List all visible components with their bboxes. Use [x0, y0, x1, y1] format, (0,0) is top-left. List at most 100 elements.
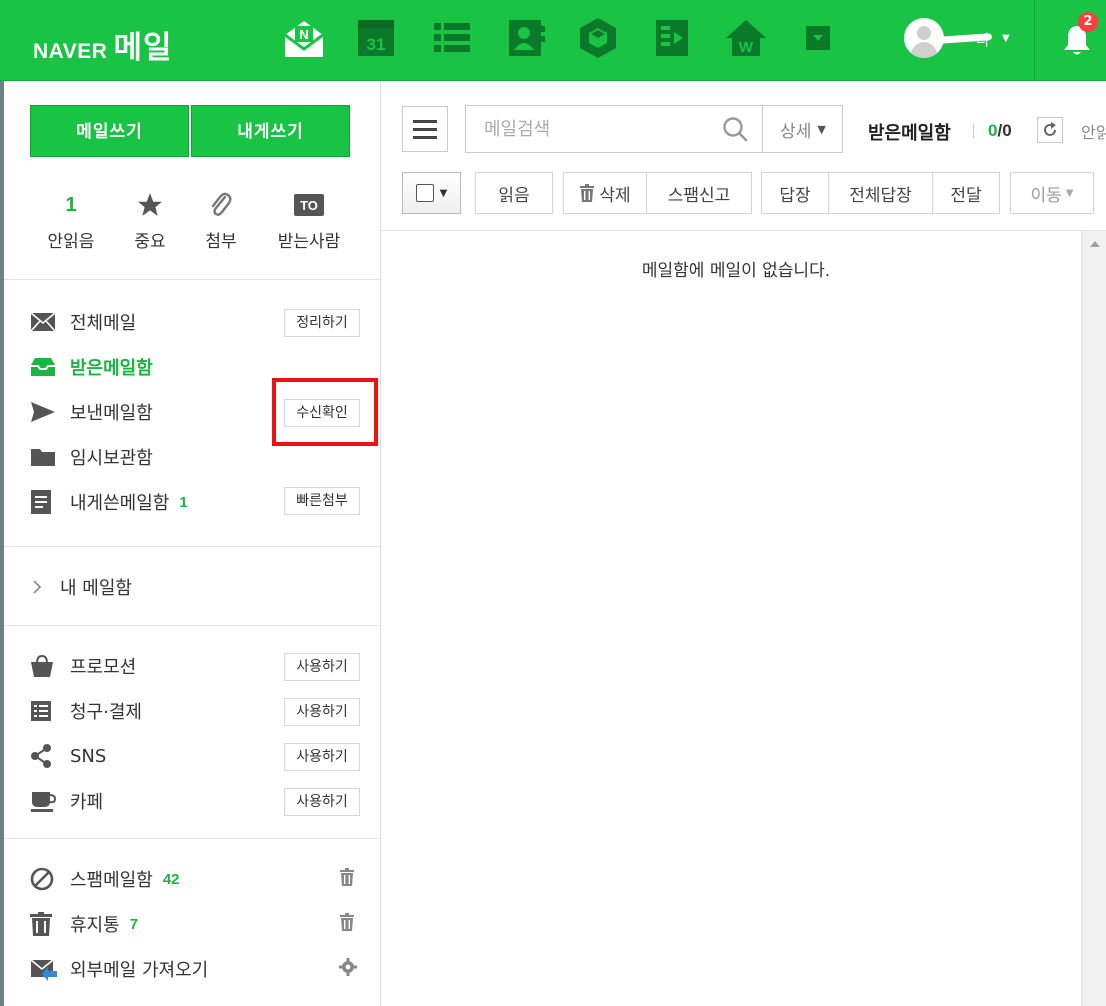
quick-label: 받는사람: [277, 232, 341, 252]
search-icon[interactable]: [722, 116, 748, 146]
refresh-icon[interactable]: [1037, 117, 1063, 143]
naver-mail-logo[interactable]: NAVER 메일: [33, 22, 173, 67]
use-cafe-button[interactable]: 사용하기: [284, 788, 360, 816]
chevron-right-icon: [33, 580, 42, 594]
share-icon: [31, 744, 51, 768]
svg-text:31: 31: [367, 35, 386, 54]
folder-promotion[interactable]: 프로모션: [30, 652, 136, 680]
box-app-icon[interactable]: [576, 16, 620, 60]
folder-billing[interactable]: 청구·결제: [30, 697, 142, 725]
folder-label: 휴지통: [70, 915, 120, 936]
profile-name: 다: [937, 27, 998, 49]
folder-drafts[interactable]: 임시보관함: [30, 443, 153, 471]
caret-down-icon: ▼: [1002, 32, 1010, 44]
unread-count: 1: [65, 193, 77, 216]
move-label: 이동: [1030, 185, 1062, 206]
folder-all-mail[interactable]: 전체메일: [30, 308, 136, 336]
caret-down-icon: ▼: [439, 187, 448, 199]
folder-label: 임시보관함: [70, 448, 153, 469]
folder-external-mail[interactable]: 외부메일 가져오기: [30, 955, 208, 983]
caret-down-icon: ▼: [1065, 187, 1074, 199]
divider: [4, 625, 380, 626]
folder-label: 받은메일함: [70, 358, 153, 379]
envelope-icon: [30, 312, 56, 332]
inbox-icon: [31, 358, 55, 376]
scroll-up-arrow-icon[interactable]: [1090, 241, 1100, 247]
self-compose-button[interactable]: 내게쓰기: [191, 105, 350, 157]
profile-menu[interactable]: 다 ▼: [904, 18, 1010, 58]
compose-button[interactable]: 메일쓰기: [30, 105, 189, 157]
more-apps-icon[interactable]: [796, 16, 840, 60]
todo-app-icon[interactable]: [430, 16, 474, 60]
office-app-icon[interactable]: W: [724, 16, 768, 60]
folder-trash[interactable]: 휴지통 7: [30, 910, 138, 938]
trash-icon: [580, 184, 595, 202]
search-box: 상세 ▼: [465, 105, 843, 153]
divider: [381, 230, 1106, 231]
reply-all-button[interactable]: 전체답장: [828, 172, 933, 214]
quick-attach-button[interactable]: 빠른첨부: [284, 487, 360, 515]
settings-gear-icon[interactable]: [339, 958, 357, 980]
reply-button[interactable]: 답장: [761, 172, 829, 214]
report-spam-button[interactable]: 스팸신고: [646, 172, 752, 214]
use-promotion-button[interactable]: 사용하기: [284, 653, 360, 681]
folder-count: 7: [129, 915, 139, 933]
paperclip-icon: [211, 192, 232, 216]
folder-label: 프로모션: [70, 657, 137, 678]
quick-label: 중요: [134, 232, 166, 252]
folder-sns[interactable]: SNS: [30, 742, 106, 770]
use-billing-button[interactable]: 사용하기: [284, 698, 360, 726]
folder-label: 전체메일: [70, 313, 137, 334]
search-input[interactable]: [466, 106, 762, 152]
coffee-cup-icon: [31, 792, 56, 812]
svg-text:TO: TO: [300, 198, 318, 213]
svg-text:W: W: [739, 39, 754, 56]
advanced-search-button[interactable]: 상세 ▼: [762, 106, 843, 152]
logo-service: 메일: [113, 30, 173, 66]
folder-self[interactable]: 내게쓴메일함 1: [30, 488, 188, 516]
quick-label: 안읽음: [47, 232, 95, 252]
folder-label: 청구·결제: [70, 702, 142, 723]
quick-recipient[interactable]: TO 받는사람: [274, 187, 344, 252]
delete-button[interactable]: 삭제: [563, 172, 647, 214]
scrollbar[interactable]: [1081, 231, 1106, 1006]
forward-button[interactable]: 전달: [932, 172, 1000, 214]
mark-read-button[interactable]: 읽음: [475, 172, 553, 214]
detail-label: 상세: [780, 121, 812, 142]
highlight-box: [272, 378, 378, 446]
divider: [4, 838, 380, 839]
folder-cafe[interactable]: 카페: [30, 787, 103, 815]
my-mailbox-toggle[interactable]: 내 메일함: [32, 573, 132, 601]
to-icon: TO: [294, 194, 324, 216]
divider: [4, 546, 380, 547]
calendar-app-icon[interactable]: 31: [354, 16, 398, 60]
sidebar: 메일쓰기 내게쓰기 1 안읽음 중요 첨부 TO 받는사람 전체메일 정리하기 …: [4, 81, 381, 1006]
star-icon: [138, 193, 162, 216]
memo-app-icon[interactable]: [650, 16, 694, 60]
mail-app-icon[interactable]: N: [282, 16, 326, 60]
hamburger-menu-icon[interactable]: [402, 106, 448, 152]
quick-label: 첨부: [205, 232, 237, 252]
folder-inbox[interactable]: 받은메일함: [30, 353, 153, 381]
folder-sent[interactable]: 보낸메일함: [30, 398, 153, 426]
unread-filter-link[interactable]: 안읽: [1081, 119, 1106, 143]
shopping-bag-icon: [31, 654, 53, 677]
organize-button[interactable]: 정리하기: [284, 309, 360, 337]
folder-label: 카페: [70, 792, 104, 813]
quick-unread[interactable]: 1 안읽음: [36, 187, 106, 253]
header-divider: [1034, 0, 1035, 80]
empty-spam-icon[interactable]: [339, 868, 355, 890]
contacts-app-icon[interactable]: [504, 16, 548, 60]
select-all-checkbox[interactable]: ▼: [402, 172, 461, 214]
use-sns-button[interactable]: 사용하기: [284, 743, 360, 771]
move-button[interactable]: 이동 ▼: [1010, 172, 1094, 214]
quick-attachment[interactable]: 첨부: [186, 187, 256, 252]
document-icon: [31, 490, 51, 514]
folder-count: 42: [162, 870, 180, 888]
folder-label: 내게쓴메일함: [70, 493, 170, 514]
mail-import-icon: [30, 959, 57, 981]
top-toolbar: 상세 ▼ 받은메일함 0/0 안읽: [381, 81, 1106, 161]
folder-spam[interactable]: 스팸메일함 42: [30, 865, 180, 893]
quick-important[interactable]: 중요: [115, 187, 185, 252]
empty-trash-icon[interactable]: [339, 913, 355, 935]
